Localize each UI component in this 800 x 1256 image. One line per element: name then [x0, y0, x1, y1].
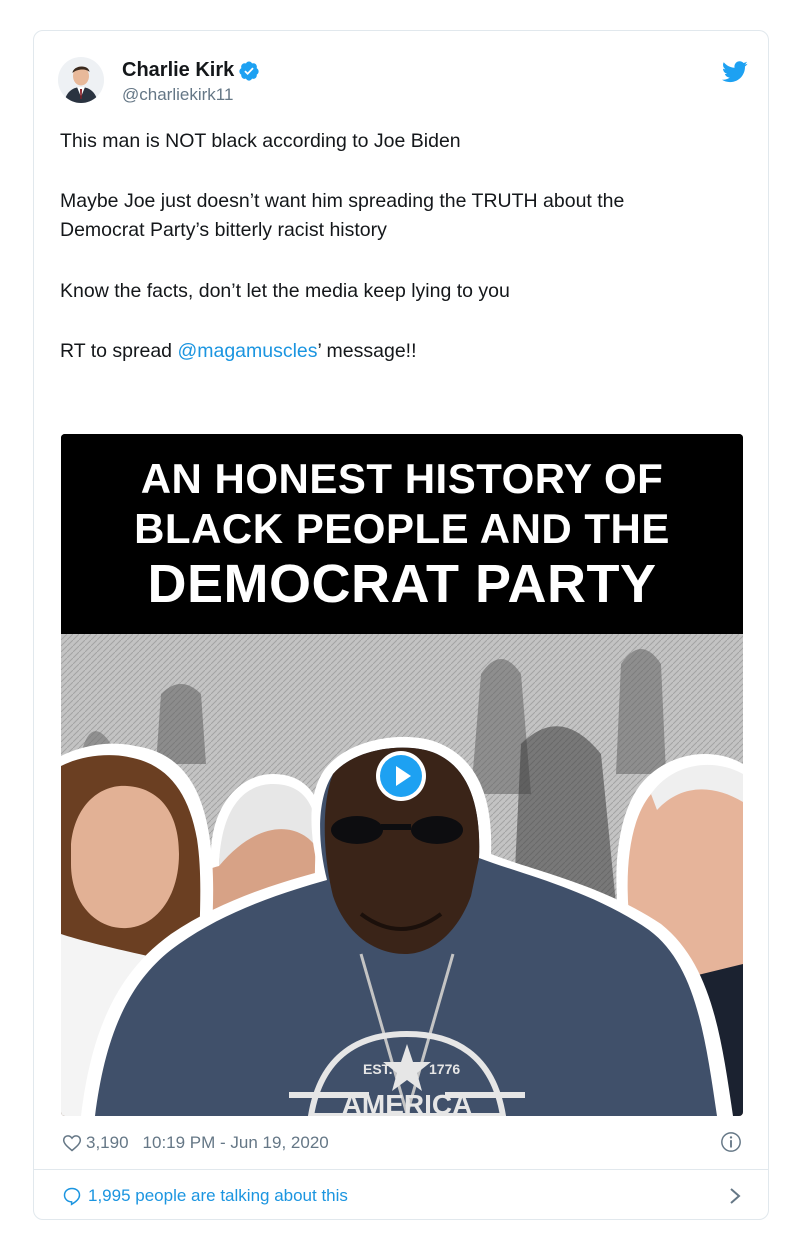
- tweet-card: Charlie Kirk @charliekirk11 This man is …: [33, 30, 769, 1220]
- tweet-paragraph-4-prefix: RT to spread: [60, 340, 178, 362]
- tweet-paragraph-3: Know the facts, don’t let the media keep…: [60, 280, 510, 302]
- info-icon[interactable]: [720, 1131, 742, 1153]
- author-handle[interactable]: @charliekirk11: [122, 85, 233, 105]
- timestamp[interactable]: 10:19 PM - Jun 19, 2020: [143, 1133, 329, 1153]
- conversation-link[interactable]: 1,995 people are talking about this: [62, 1183, 744, 1209]
- comment-bubble-icon: [63, 1187, 81, 1206]
- play-icon[interactable]: [375, 750, 427, 802]
- video-title-banner: AN HONEST HISTORY OF BLACK PEOPLE AND TH…: [61, 434, 743, 634]
- tweet-paragraph-2: Maybe Joe just doesn’t want him spreadin…: [60, 187, 624, 245]
- heart-icon[interactable]: [62, 1133, 82, 1153]
- chevron-right-icon[interactable]: [728, 1185, 742, 1207]
- avatar-image: [58, 57, 104, 103]
- author-display-name[interactable]: Charlie Kirk: [122, 59, 234, 82]
- shirt-text-right: 1776: [429, 1061, 460, 1077]
- talking-count-text[interactable]: 1,995 people are talking about this: [88, 1186, 348, 1206]
- video-collage-image: EST. 1776 AMERICA: [61, 634, 743, 1116]
- video-headline: AN HONEST HISTORY OF BLACK PEOPLE AND TH…: [61, 454, 743, 614]
- tweet-header: Charlie Kirk @charliekirk11: [58, 55, 748, 115]
- video-headline-line-2: BLACK PEOPLE AND THE: [134, 505, 670, 552]
- video-thumbnail[interactable]: AN HONEST HISTORY OF BLACK PEOPLE AND TH…: [61, 434, 743, 1116]
- tweet-paragraph-1: This man is NOT black according to Joe B…: [60, 130, 461, 152]
- author-name-row: Charlie Kirk: [122, 59, 260, 82]
- tweet-paragraph-4-suffix: ’ message!!: [317, 340, 417, 362]
- tweet-footer: 3,190 10:19 PM - Jun 19, 2020: [62, 1131, 744, 1155]
- tweet-paragraph-2-line-2: Democrat Party’s bitterly racist history: [60, 219, 387, 241]
- mention-link[interactable]: @magamuscles: [177, 340, 317, 362]
- like-count[interactable]: 3,190: [86, 1133, 129, 1153]
- shirt-text-left: EST.: [363, 1061, 393, 1077]
- footer-divider: [34, 1169, 768, 1170]
- twitter-bird-icon[interactable]: [722, 61, 748, 83]
- video-headline-line-3: DEMOCRAT PARTY: [147, 554, 657, 614]
- video-headline-line-1: AN HONEST HISTORY OF: [140, 455, 664, 502]
- tweet-paragraph-2-line-1: Maybe Joe just doesn’t want him spreadin…: [60, 190, 625, 212]
- tweet-paragraph-4: RT to spread @magamuscles’ message!!: [60, 337, 417, 366]
- shirt-text-bottom: AMERICA: [342, 1089, 473, 1116]
- verified-badge-icon: [239, 60, 259, 81]
- avatar[interactable]: [58, 57, 104, 103]
